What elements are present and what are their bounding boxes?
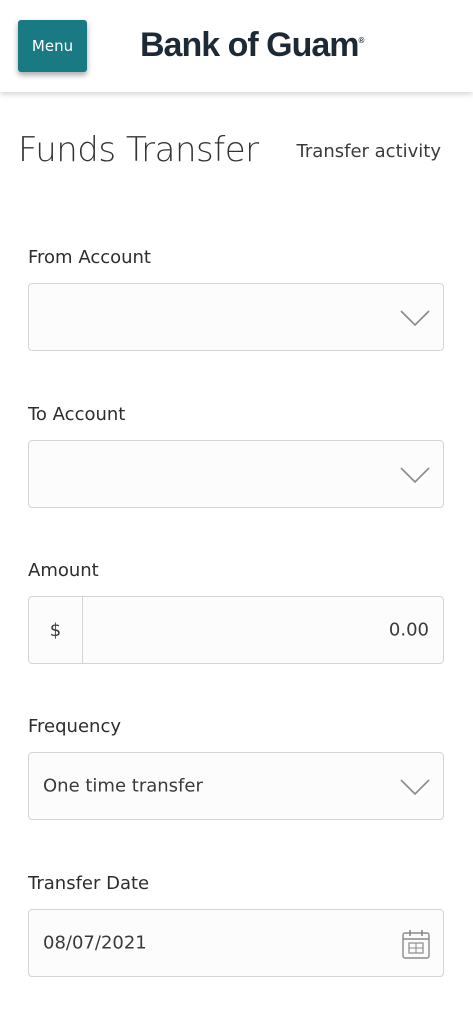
frequency-value: One time transfer (43, 775, 203, 797)
chevron-down-icon (400, 779, 430, 796)
to-account-select[interactable] (28, 440, 444, 508)
logo-text: Bank of Guam (140, 26, 359, 64)
transfer-date-label: Transfer Date (28, 873, 150, 894)
menu-button[interactable]: Menu (18, 20, 87, 72)
chevron-down-icon (400, 310, 430, 327)
bank-logo[interactable]: Bank of Guam® (140, 26, 364, 65)
registered-mark: ® (358, 36, 364, 45)
app-header: Menu Bank of Guam® (0, 0, 473, 92)
transfer-activity-link[interactable]: Transfer activity (297, 141, 441, 162)
currency-symbol: $ (29, 597, 83, 663)
transfer-date-value: 08/07/2021 (43, 932, 147, 954)
amount-input[interactable]: $ 0.00 (28, 596, 444, 664)
from-account-label: From Account (28, 247, 151, 268)
amount-label: Amount (28, 560, 99, 581)
from-account-select[interactable] (28, 283, 444, 351)
to-account-label: To Account (28, 404, 126, 425)
transfer-date-input[interactable]: 08/07/2021 (28, 909, 444, 977)
chevron-down-icon (400, 467, 430, 484)
frequency-label: Frequency (28, 716, 121, 737)
frequency-select[interactable]: One time transfer (28, 752, 444, 820)
page-title: Funds Transfer (18, 130, 259, 170)
calendar-icon[interactable] (401, 928, 431, 960)
amount-value: 0.00 (388, 619, 429, 641)
